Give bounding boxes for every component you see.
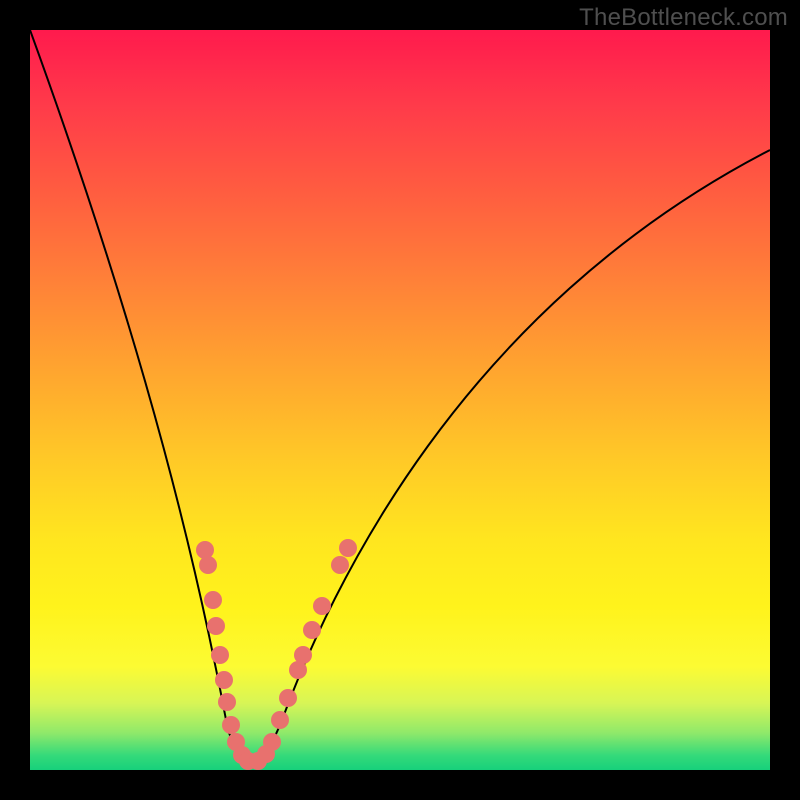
sample-dot <box>218 693 236 711</box>
sample-dot <box>339 539 357 557</box>
sample-dot <box>271 711 289 729</box>
sample-dot <box>331 556 349 574</box>
plot-area <box>30 30 770 770</box>
curve-layer <box>30 30 770 770</box>
sample-dot <box>204 591 222 609</box>
sample-dot <box>199 556 217 574</box>
sample-dot <box>207 617 225 635</box>
sample-dots-group <box>196 539 357 770</box>
sample-dot <box>211 646 229 664</box>
sample-dot <box>303 621 321 639</box>
bottleneck-curve <box>30 30 770 762</box>
sample-dot <box>222 716 240 734</box>
sample-dot <box>263 733 281 751</box>
sample-dot <box>279 689 297 707</box>
sample-dot <box>196 541 214 559</box>
sample-dot <box>294 646 312 664</box>
sample-dot <box>313 597 331 615</box>
chart-frame: TheBottleneck.com <box>0 0 800 800</box>
watermark-text: TheBottleneck.com <box>579 4 788 32</box>
sample-dot <box>215 671 233 689</box>
